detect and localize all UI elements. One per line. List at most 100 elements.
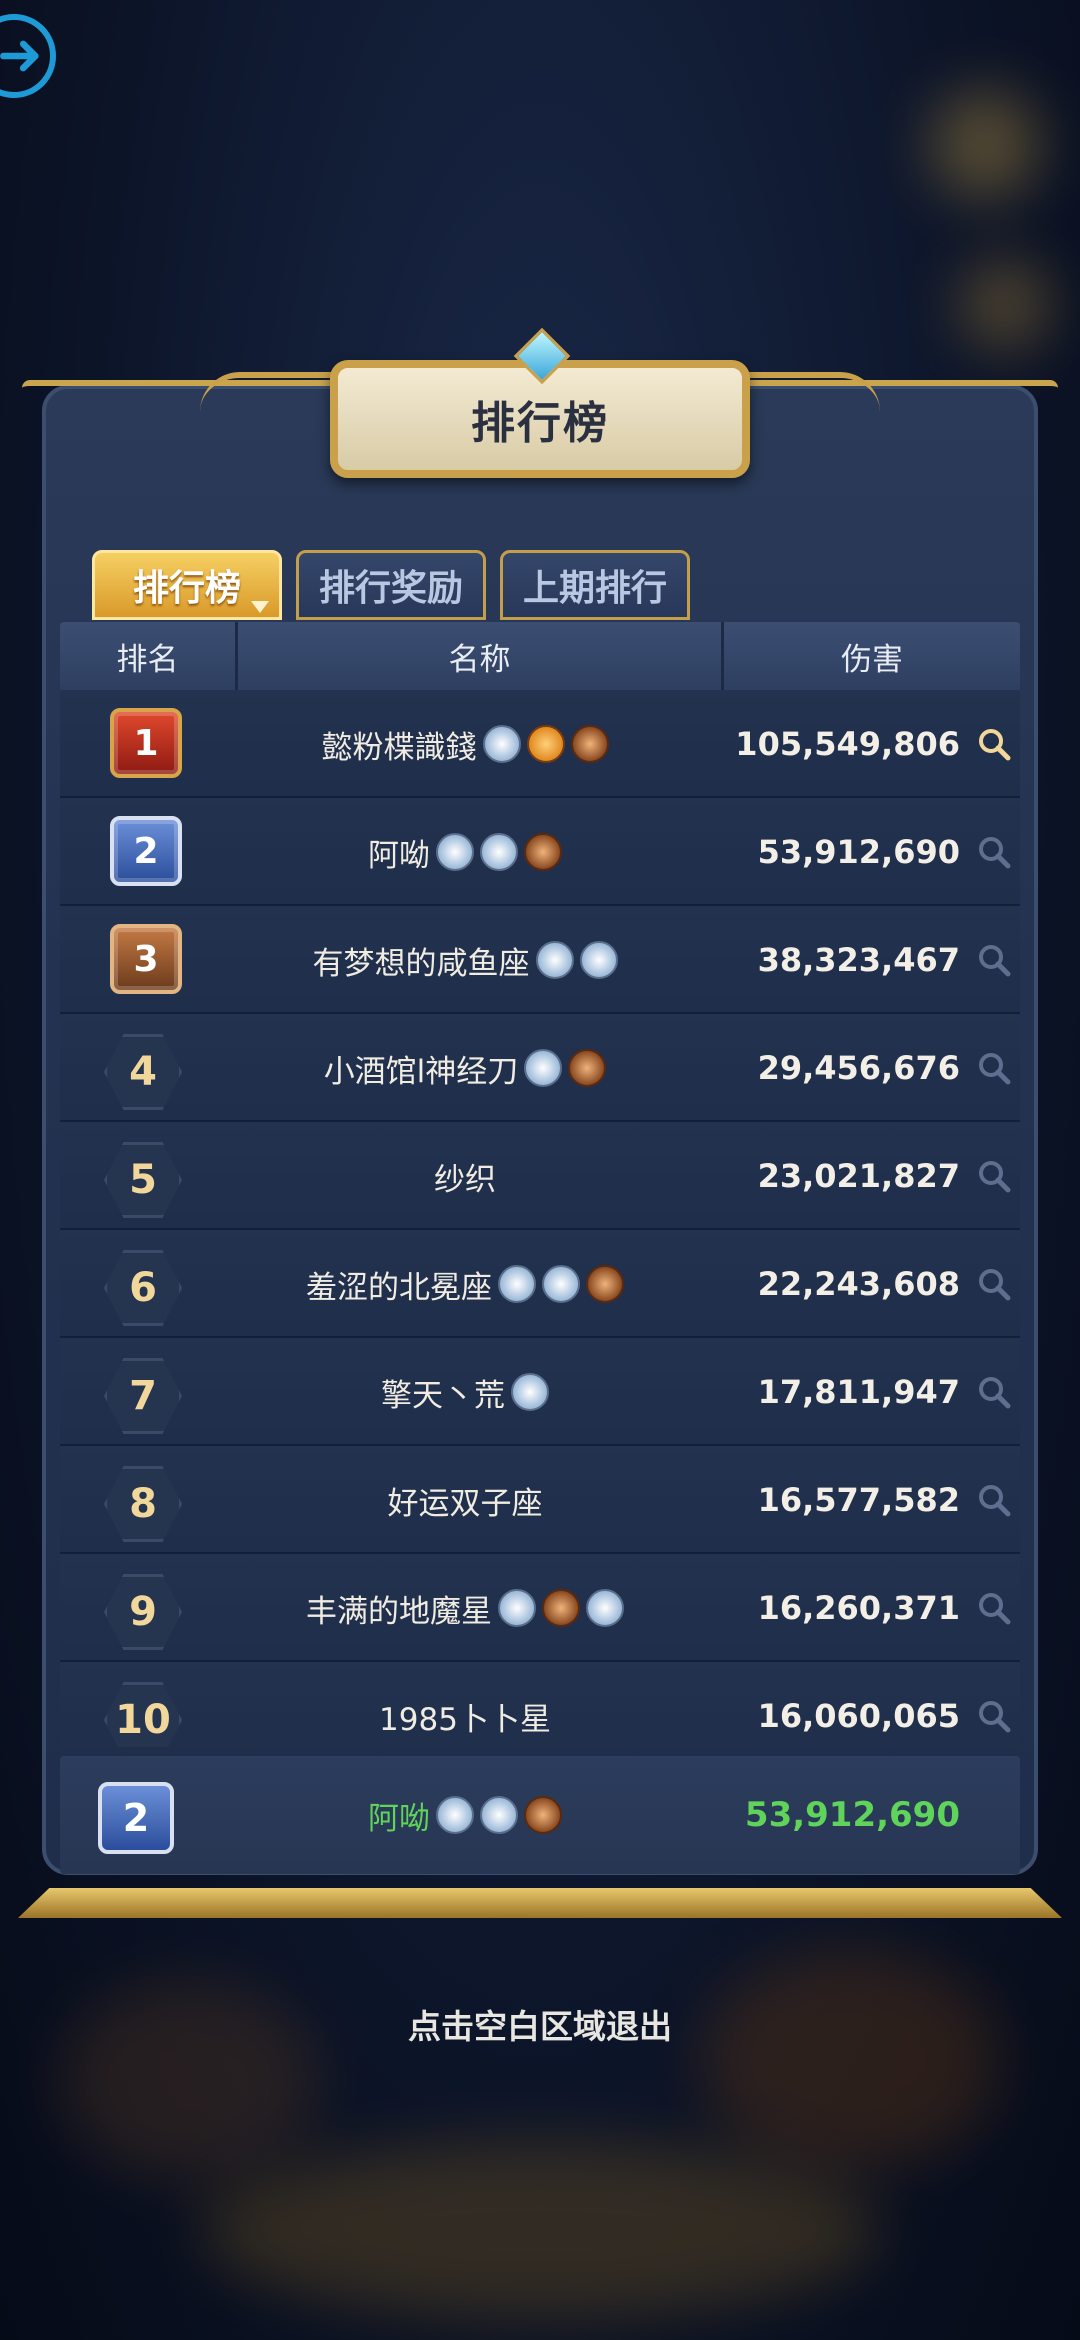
table-row[interactable]: 1 懿粉楪識錢 105,549,806 <box>60 690 1020 798</box>
panel-frame-bottom <box>18 1888 1062 1918</box>
player-name-cell: 小酒馆l神经刀 <box>205 1014 725 1122</box>
damage-value: 16,260,371 <box>757 1589 960 1627</box>
medal-icon <box>542 1265 580 1303</box>
search-icon[interactable] <box>976 1266 1012 1302</box>
damage-value: 17,811,947 <box>757 1373 960 1411</box>
rank-medal-badge: 1 <box>110 708 182 778</box>
medal-icon <box>568 1049 607 1087</box>
player-name: 1985卜卜星 <box>379 1701 551 1738</box>
damage-value: 16,060,065 <box>757 1697 960 1735</box>
medal-icon <box>480 1796 518 1834</box>
my-rank-row: 2 阿呦 53,912,690 <box>60 1756 1020 1874</box>
player-name: 有梦想的咸鱼座 <box>312 945 530 982</box>
column-header-name: 名称 <box>238 622 724 690</box>
search-icon[interactable] <box>976 1050 1012 1086</box>
medal-icon <box>524 1049 563 1087</box>
search-icon[interactable] <box>976 1698 1012 1734</box>
table-row[interactable]: 6 羞涩的北冕座 22,243,608 <box>60 1230 1020 1338</box>
table-row[interactable]: 9 丰满的地魔星 16,260,371 <box>60 1554 1020 1662</box>
medal-icon <box>586 1265 624 1303</box>
table-row[interactable]: 2 阿呦 53,912,690 <box>60 798 1020 906</box>
player-name-cell: 有梦想的咸鱼座 <box>205 906 725 1014</box>
exit-hint-text: 点击空白区域退出 <box>408 2007 672 2046</box>
medal-icon <box>526 725 565 763</box>
player-name: 懿粉楪識錢 <box>321 729 477 766</box>
my-damage: 53,912,690 <box>744 1795 960 1835</box>
bg-light <box>700 1950 1000 2170</box>
medal-icon <box>436 1796 474 1834</box>
player-name-cell: 纱织 <box>205 1122 725 1230</box>
medal-icon <box>498 1589 536 1627</box>
medal-icon <box>524 1796 562 1834</box>
player-name: 小酒馆l神经刀 <box>323 1053 519 1090</box>
my-rank-badge: 2 <box>98 1782 174 1854</box>
search-icon[interactable] <box>976 726 1012 762</box>
back-button[interactable] <box>0 14 56 98</box>
bg-light <box>930 90 1040 200</box>
column-header-rank: 排名 <box>60 622 238 690</box>
damage-value: 53,912,690 <box>757 833 960 871</box>
my-player-name-cell: 阿呦 <box>205 1756 725 1874</box>
search-icon[interactable] <box>976 1374 1012 1410</box>
player-name-cell: 懿粉楪識錢 <box>205 690 725 798</box>
medal-icon <box>542 1589 580 1627</box>
damage-value: 22,243,608 <box>757 1265 960 1303</box>
damage-value: 38,323,467 <box>757 941 960 979</box>
medal-icon <box>570 725 609 763</box>
player-name: 阿呦 <box>368 837 430 874</box>
page-title: 排行榜 <box>471 398 609 449</box>
table-row[interactable]: 8 好运双子座 16,577,582 <box>60 1446 1020 1554</box>
caret-down-icon <box>251 601 269 613</box>
player-name-cell: 擎天丶荒 <box>205 1338 725 1446</box>
column-header-damage: 伤害 <box>724 622 1020 690</box>
tab-ranking[interactable]: 排行榜 <box>92 550 282 620</box>
player-name: 好运双子座 <box>387 1485 543 1522</box>
damage-value: 105,549,806 <box>735 725 960 763</box>
arrow-right-icon <box>0 40 39 72</box>
player-name-cell: 1985卜卜星 <box>205 1662 725 1747</box>
medal-icon <box>436 833 474 871</box>
search-icon[interactable] <box>976 942 1012 978</box>
search-icon[interactable] <box>976 1590 1012 1626</box>
medal-icon <box>480 833 518 871</box>
player-name: 纱织 <box>434 1161 496 1198</box>
player-name-cell: 羞涩的北冕座 <box>205 1230 725 1338</box>
player-name-cell: 好运双子座 <box>205 1446 725 1554</box>
medal-icon <box>535 941 574 979</box>
bg-light <box>200 2140 880 2320</box>
damage-value: 16,577,582 <box>757 1481 960 1519</box>
player-name-cell: 丰满的地魔星 <box>205 1554 725 1662</box>
rank-medal-badge: 3 <box>110 924 182 994</box>
tab-rewards[interactable]: 排行奖励 <box>296 550 486 620</box>
tab-last-period[interactable]: 上期排行 <box>500 550 690 620</box>
tab-label: 排行奖励 <box>318 568 463 609</box>
player-name: 擎天丶荒 <box>381 1377 505 1414</box>
medal-icon <box>586 1589 624 1627</box>
medal-icon <box>511 1373 549 1411</box>
table-row[interactable]: 4 小酒馆l神经刀 29,456,676 <box>60 1014 1020 1122</box>
player-name: 丰满的地魔星 <box>306 1593 492 1630</box>
tab-label: 排行榜 <box>132 568 241 609</box>
table-row[interactable]: 10 1985卜卜星 16,060,065 <box>60 1662 1020 1747</box>
my-player-name: 阿呦 <box>368 1800 430 1837</box>
table-row[interactable]: 3 有梦想的咸鱼座 38,323,467 <box>60 906 1020 1014</box>
table-row[interactable]: 5 纱织 23,021,827 <box>60 1122 1020 1230</box>
table-row[interactable]: 7 擎天丶荒 17,811,947 <box>60 1338 1020 1446</box>
player-name: 羞涩的北冕座 <box>306 1269 492 1306</box>
search-icon[interactable] <box>976 1482 1012 1518</box>
search-icon[interactable] <box>976 1158 1012 1194</box>
damage-value: 23,021,827 <box>757 1157 960 1195</box>
bg-light <box>960 260 1050 350</box>
rank-medal-badge: 2 <box>110 816 182 886</box>
medal-icon <box>498 1265 536 1303</box>
table-header: 排名 名称 伤害 <box>60 622 1020 690</box>
tab-bar: 排行榜 排行奖励 上期排行 <box>92 550 690 620</box>
player-name-cell: 阿呦 <box>205 798 725 906</box>
medal-icon <box>579 941 618 979</box>
search-icon[interactable] <box>976 834 1012 870</box>
my-medal-icons <box>436 1796 562 1834</box>
medal-icon <box>482 725 521 763</box>
damage-value: 29,456,676 <box>757 1049 960 1087</box>
medal-icon <box>524 833 562 871</box>
ranking-table[interactable]: 排名 名称 伤害 1 懿粉楪識錢 105,549,806 2 阿呦 53,912,690 3… <box>60 622 1020 1747</box>
